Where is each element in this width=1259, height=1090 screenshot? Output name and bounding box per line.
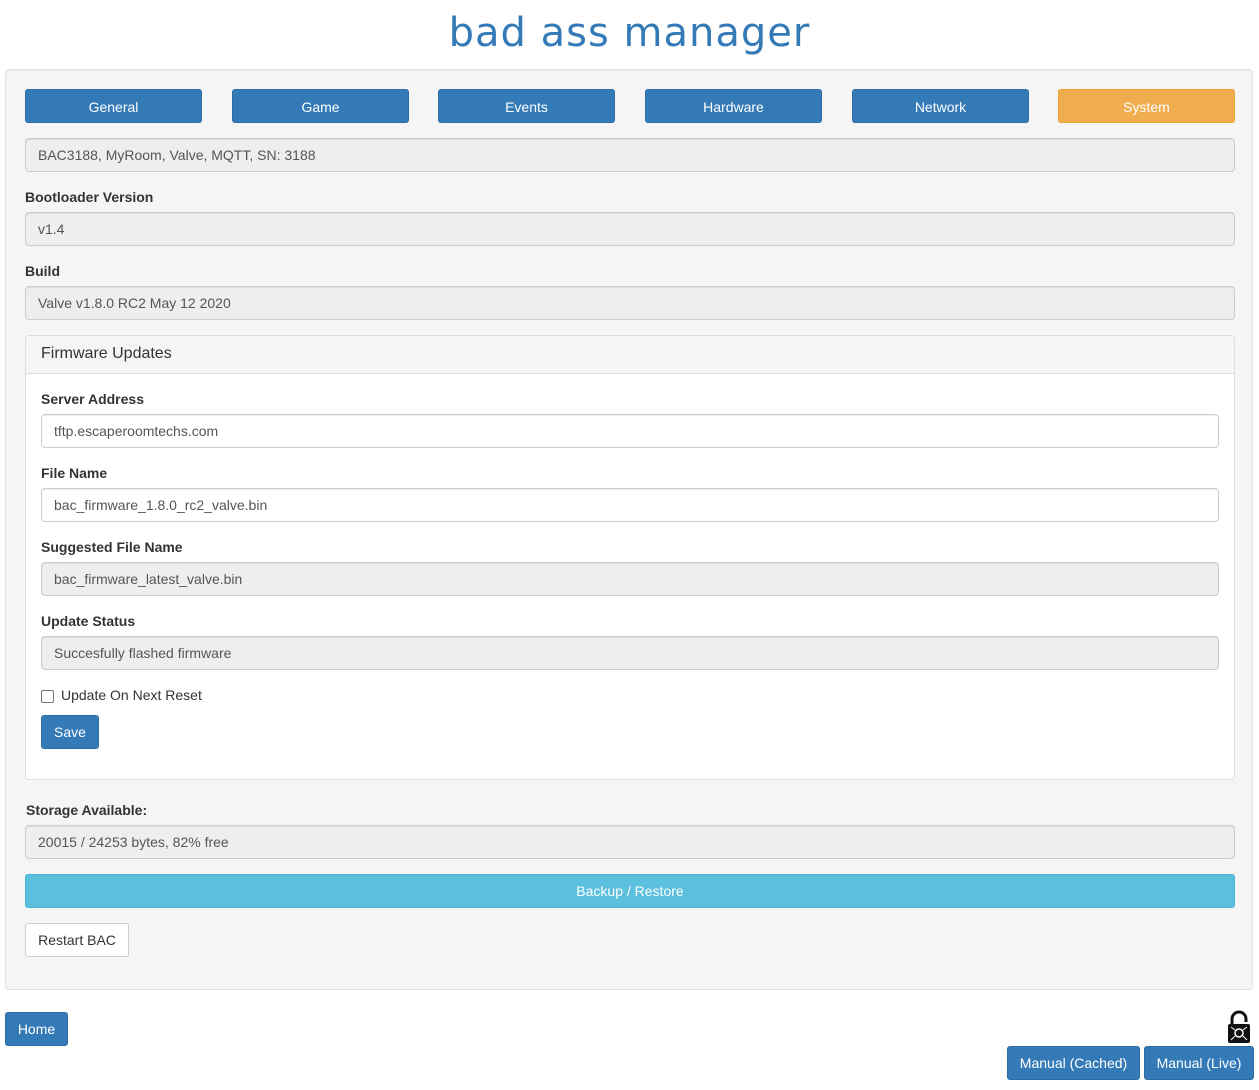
server-address-input[interactable]: tftp.escaperoomtechs.com: [41, 414, 1219, 448]
storage-available-label: Storage Available:: [26, 802, 148, 818]
tab-game[interactable]: Game: [232, 89, 409, 123]
update-on-next-reset-label[interactable]: Update On Next Reset: [61, 687, 202, 703]
update-status-label: Update Status: [41, 613, 136, 629]
file-name-label: File Name: [41, 465, 108, 481]
suggested-file-name-label: Suggested File Name: [41, 539, 183, 555]
update-on-next-reset-checkbox[interactable]: [41, 690, 54, 703]
file-name-input[interactable]: bac_firmware_1.8.0_rc2_valve.bin: [41, 488, 1219, 522]
firmware-updates-title: Firmware Updates: [41, 345, 172, 362]
tab-bar: General Game Events Hardware Network Sys…: [25, 89, 1235, 123]
manual-cached-button[interactable]: Manual (Cached): [1007, 1046, 1140, 1080]
restart-bac-button[interactable]: Restart BAC: [25, 923, 129, 957]
app-title: bad ass manager: [448, 10, 811, 56]
build-field: Valve v1.8.0 RC2 May 12 2020: [25, 286, 1235, 320]
suggested-file-name-field: bac_firmware_latest_valve.bin: [41, 562, 1219, 596]
bootloader-version-label: Bootloader Version: [25, 189, 154, 205]
home-button[interactable]: Home: [5, 1012, 68, 1046]
tab-network[interactable]: Network: [852, 89, 1029, 123]
storage-available-field: 20015 / 24253 bytes, 82% free: [25, 825, 1235, 859]
update-status-field: Succesfully flashed firmware: [41, 636, 1219, 670]
firmware-updates-heading: Firmware Updates: [26, 336, 1234, 374]
save-button[interactable]: Save: [41, 715, 99, 749]
tab-hardware[interactable]: Hardware: [645, 89, 822, 123]
tab-events[interactable]: Events: [438, 89, 615, 123]
tab-general[interactable]: General: [25, 89, 202, 123]
bootloader-version-field: v1.4: [25, 212, 1235, 246]
backup-restore-button[interactable]: Backup / Restore: [25, 874, 1235, 908]
server-address-label: Server Address: [41, 391, 144, 407]
padlock-icon[interactable]: [1226, 1010, 1252, 1044]
firmware-updates-panel: Firmware Updates Server Address tftp.esc…: [25, 335, 1235, 780]
system-settings-panel: General Game Events Hardware Network Sys…: [5, 69, 1253, 990]
device-info-field: BAC3188, MyRoom, Valve, MQTT, SN: 3188: [25, 138, 1235, 172]
build-label: Build: [25, 263, 60, 279]
tab-system[interactable]: System: [1058, 89, 1235, 123]
manual-live-button[interactable]: Manual (Live): [1144, 1046, 1254, 1080]
